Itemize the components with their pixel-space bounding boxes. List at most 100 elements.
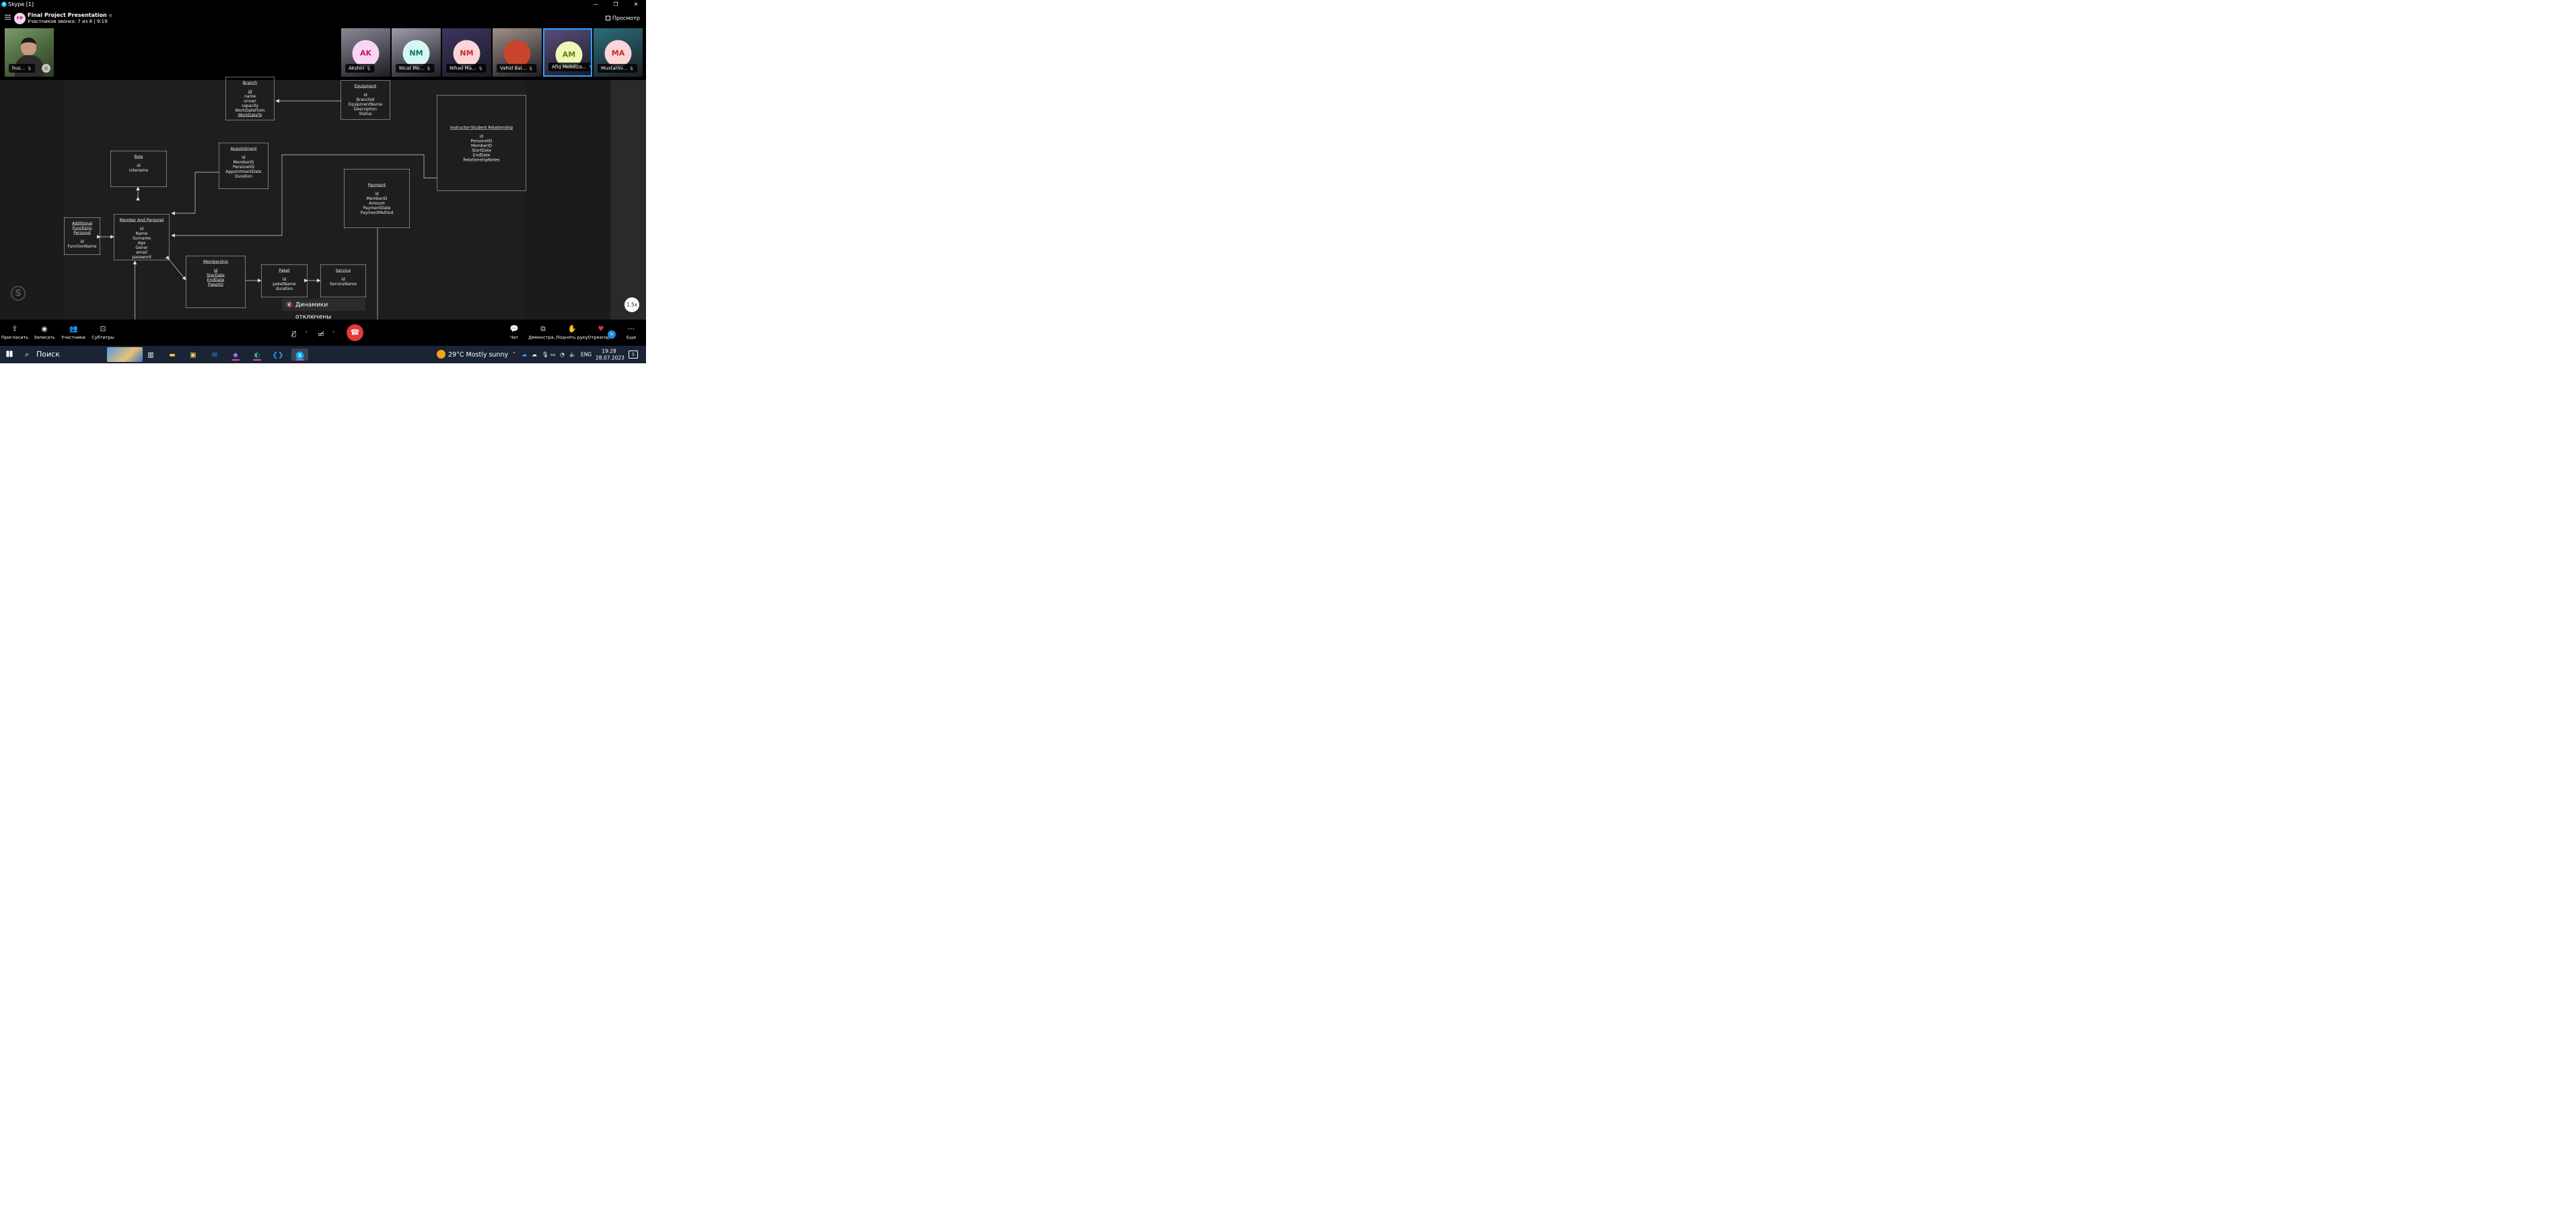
conversation-title-text: Final Project Presentation <box>28 11 107 19</box>
erd-table-branch: Branch id name unvan capacity WorkDateFrom Wor… <box>225 77 275 120</box>
microphone-tray-icon[interactable]: 🎙 <box>542 346 548 363</box>
participant-name: Nicat Me... <box>399 65 425 71</box>
participant-name: Akshin <box>349 65 365 71</box>
erd-table-title: Role <box>134 154 143 159</box>
edge-icon[interactable]: ◐ <box>250 348 264 361</box>
erd-table-title: Instructor-Student Relationship <box>450 125 513 130</box>
erd-table-equipment: Equipment id BranchId EquipmentName Descript… <box>341 80 390 120</box>
erd-table-member: Member And Personel id Name Surname Age Gener… <box>114 214 170 260</box>
screen-share-stage: Branch id name unvan capacity WorkDateFrom Wor… <box>0 77 646 320</box>
erd-field: id <box>282 277 287 282</box>
minimize-icon[interactable]: — <box>585 0 606 9</box>
file-explorer-icon[interactable]: ▬ <box>166 348 179 361</box>
subtitles-button[interactable]: ⊡ Субтитры <box>87 324 119 340</box>
participant-count: Участников звонка: 7 из 8 | 9:19 <box>28 19 108 24</box>
erd-field: PaketID <box>208 282 223 287</box>
erd-field: ServiceName <box>330 281 357 287</box>
participant-tile[interactable]: MA Muxtarov... 🎙 <box>594 28 643 77</box>
notifications-icon[interactable]: 5 <box>629 351 638 359</box>
taskbar-clock[interactable]: 19:28 28.07.2023 <box>596 348 624 361</box>
video-toggle-button[interactable]: ▭̸ <box>315 326 327 341</box>
chat-label: Чат <box>509 335 519 340</box>
participant-tile[interactable]: AMAfiq Mehdiza...🎙 <box>543 28 592 77</box>
mic-muted-icon: 🎙 <box>589 65 591 70</box>
raise-hand-button[interactable]: ✋ Поднять руку <box>556 324 588 340</box>
erd-field: Duration <box>234 174 253 179</box>
camera-toggle-icon[interactable]: ◎ <box>42 64 50 73</box>
share-upload-icon: ⇪ <box>11 324 18 333</box>
language-indicator[interactable]: ENG <box>581 346 592 363</box>
clock-time: 19:28 <box>602 348 616 355</box>
weather-widget[interactable]: 29°C Mostly sunny <box>437 346 508 363</box>
battery-icon[interactable]: ▭ <box>550 346 556 363</box>
erd-field: AppointmentDate <box>225 169 262 174</box>
erd-field: id <box>375 191 379 196</box>
erd-table-title: Membership <box>203 259 229 264</box>
skype-taskbar-icon[interactable]: S <box>291 348 308 361</box>
participant-tile[interactable]: Vahid Bal... 🎙 <box>493 28 542 77</box>
erd-field: Surname <box>133 235 151 241</box>
call-toolbar: ⇪ Пригласить ◉ Записать 👥 Участники ⊡ Субтит… <box>0 320 646 346</box>
task-view-icon[interactable]: ▥ <box>144 348 157 361</box>
conversation-title[interactable]: Final Project Presentation ⚙ <box>28 12 112 19</box>
erd-table-membership: Membership id StarDate EndDate PaketID <box>186 256 246 308</box>
mic-muted-icon: 🎙 <box>27 66 32 71</box>
participants-button[interactable]: 👥 Участники <box>57 324 90 340</box>
invite-button[interactable]: ⇪ Пригласить <box>0 324 31 340</box>
conversation-avatar[interactable]: FP <box>14 13 26 24</box>
participants-label: Участники <box>61 335 85 340</box>
participant-tile[interactable]: AK Akshin 🎙 <box>341 28 390 77</box>
erd-table-title: Member And Personel <box>119 217 164 223</box>
chat-button[interactable]: 💬 Чат <box>498 324 530 340</box>
onedrive-icon[interactable]: ☁ <box>522 346 527 363</box>
skype-window: S Skype [1] — ❐ ✕ FP Final Project Prese… <box>0 0 646 346</box>
participant-tile[interactable]: NM Nicat Me... 🎙 <box>392 28 441 77</box>
participant-name: Nihad Ma... <box>450 65 476 71</box>
cloud-sync-icon[interactable]: ☁ <box>532 346 537 363</box>
volume-muted-icon[interactable]: 🔈 <box>569 346 576 363</box>
search-highlight-image[interactable] <box>107 347 143 362</box>
erd-field: MemberID <box>470 143 493 148</box>
menu-icon[interactable] <box>5 15 11 20</box>
mute-mic-button[interactable]: 🎙̸ <box>288 326 300 341</box>
video-options-chevron-icon[interactable]: ˄ <box>330 326 337 341</box>
self-video-tile[interactable]: hus... 🎙 ◎ <box>5 28 54 77</box>
restore-icon[interactable]: ❐ <box>606 0 626 9</box>
taskbar-search[interactable]: ⌕ Поиск <box>21 348 108 361</box>
erd-field: Amount <box>369 200 385 206</box>
chat-icon: 💬 <box>509 324 519 333</box>
view-button-label: Просмотр <box>612 15 640 22</box>
mail-icon[interactable]: ✉ <box>208 348 221 361</box>
erd-field: Status <box>359 111 372 116</box>
shared-screen[interactable]: Branch id name unvan capacity WorkDateFrom Wor… <box>64 77 526 320</box>
show-hidden-icons-chevron-icon[interactable]: ˄ <box>513 346 515 363</box>
participant-name-pill: Akshin 🎙 <box>345 64 375 73</box>
right-side-panel <box>610 80 646 320</box>
store-icon[interactable]: ▣ <box>186 348 200 361</box>
more-button[interactable]: ⋯ Еще <box>615 324 647 340</box>
erd-field: id <box>479 134 484 139</box>
participant-tile[interactable]: NM Nihad Ma... 🎙 <box>442 28 491 77</box>
wifi-icon[interactable]: ◔ <box>560 346 565 363</box>
participant-avatar: NM <box>453 40 480 67</box>
captions-icon: ⊡ <box>100 324 106 333</box>
vscode-icon[interactable]: ❮❯ <box>271 348 285 361</box>
erd-field: PersonelID <box>233 164 254 170</box>
close-icon[interactable]: ✕ <box>626 0 646 9</box>
playback-speed-button[interactable]: 1.5x <box>624 297 639 312</box>
search-placeholder: Поиск <box>36 350 60 359</box>
mic-muted-icon: 🎙 <box>629 66 634 71</box>
visual-studio-icon[interactable]: ◆ <box>229 348 242 361</box>
erd-field: EquipmentName <box>348 102 383 107</box>
mic-options-chevron-icon[interactable]: ˄ <box>303 326 310 341</box>
view-button[interactable]: Просмотр <box>605 15 640 22</box>
windows-start-icon[interactable] <box>3 348 16 361</box>
mic-muted-icon: 🎙 <box>426 66 431 71</box>
record-button[interactable]: ◉ Записать <box>28 324 61 340</box>
share-screen-button[interactable]: ⧉ Демонстра... <box>527 324 559 340</box>
settings-icon[interactable]: ⚙ <box>109 13 112 18</box>
share-screen-label: Демонстра... <box>528 335 558 340</box>
hang-up-button[interactable]: ☎ <box>347 324 363 341</box>
erd-field: id <box>242 155 246 160</box>
appointment-member-link <box>171 172 219 215</box>
